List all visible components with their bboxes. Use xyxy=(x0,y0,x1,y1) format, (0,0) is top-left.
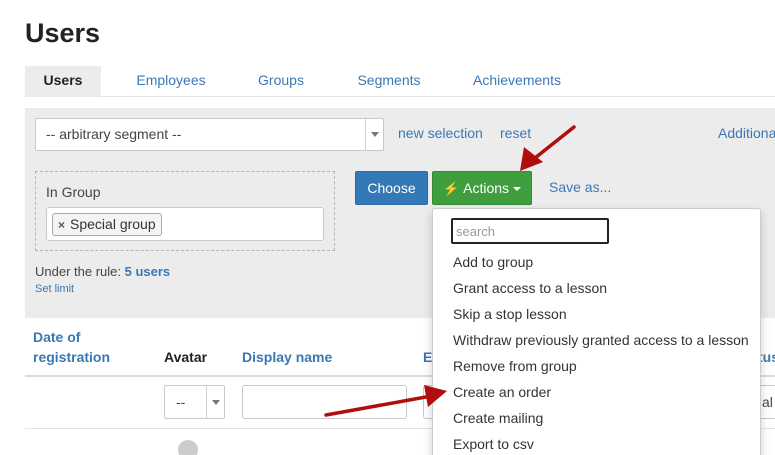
remove-tag-icon[interactable]: × xyxy=(58,218,65,232)
group-tag: × Special group xyxy=(52,213,162,236)
display-name-filter-input[interactable] xyxy=(242,385,407,419)
caret-down-icon xyxy=(513,187,522,192)
header-avatar: Avatar xyxy=(164,349,208,365)
menu-item-withdraw-access[interactable]: Withdraw previously granted access to a … xyxy=(453,332,749,348)
group-label: In Group xyxy=(46,184,101,200)
tab-groups[interactable]: Groups xyxy=(247,66,315,97)
menu-item-grant-access[interactable]: Grant access to a lesson xyxy=(453,280,607,296)
menu-item-remove-from-group[interactable]: Remove from group xyxy=(453,358,577,374)
actions-dropdown-menu: Add to group Grant access to a lesson Sk… xyxy=(432,208,761,455)
new-selection-link[interactable]: new selection xyxy=(398,125,483,141)
header-display-name[interactable]: Display name xyxy=(242,347,332,367)
header-date-line1[interactable]: Date of xyxy=(33,327,80,347)
rule-count-link[interactable]: 5 users xyxy=(125,264,171,279)
save-as-link[interactable]: Save as... xyxy=(549,179,611,195)
segment-select-value: -- arbitrary segment -- xyxy=(46,126,182,142)
set-limit-link[interactable]: Set limit xyxy=(35,283,74,295)
menu-item-create-mailing[interactable]: Create mailing xyxy=(453,410,543,426)
menu-item-export-csv[interactable]: Export to csv xyxy=(453,436,534,452)
chevron-down-icon xyxy=(371,132,379,137)
actions-search-input[interactable] xyxy=(453,220,607,242)
bolt-icon: ⚡ xyxy=(442,181,460,196)
chevron-down-icon xyxy=(212,400,220,405)
segment-select[interactable]: -- arbitrary segment -- xyxy=(35,118,384,151)
status-filter-value: al xyxy=(762,394,773,410)
tab-achievements[interactable]: Achievements xyxy=(465,66,569,97)
actions-button-label: Actions xyxy=(463,180,510,196)
avatar-filter-value: -- xyxy=(176,394,186,410)
group-tag-label: Special group xyxy=(70,216,156,232)
reset-link[interactable]: reset xyxy=(500,125,531,141)
header-date-line2[interactable]: registration xyxy=(33,347,110,367)
tab-segments[interactable]: Segments xyxy=(347,66,431,97)
avatar xyxy=(178,440,198,455)
actions-button[interactable]: ⚡ Actions xyxy=(432,171,532,205)
choose-button[interactable]: Choose xyxy=(355,171,428,205)
menu-item-add-to-group[interactable]: Add to group xyxy=(453,254,533,270)
tab-bar: Users Employees Groups Segments Achievem… xyxy=(25,66,775,97)
page-title: Users xyxy=(25,18,101,48)
tab-users[interactable]: Users xyxy=(25,66,101,97)
menu-item-skip-stop-lesson[interactable]: Skip a stop lesson xyxy=(453,306,567,322)
additional-link[interactable]: Additional xyxy=(718,125,775,141)
menu-item-create-order[interactable]: Create an order xyxy=(453,384,551,400)
group-tag-input[interactable]: × Special group xyxy=(46,207,324,241)
avatar-filter-select[interactable]: -- xyxy=(164,385,225,419)
tab-employees[interactable]: Employees xyxy=(125,66,217,97)
rule-summary: Under the rule: 5 users xyxy=(35,264,170,279)
group-condition-box: In Group × Special group xyxy=(35,171,335,251)
header-email[interactable]: E xyxy=(423,347,432,367)
rule-prefix: Under the rule: xyxy=(35,264,121,279)
actions-search-field[interactable] xyxy=(451,218,609,244)
